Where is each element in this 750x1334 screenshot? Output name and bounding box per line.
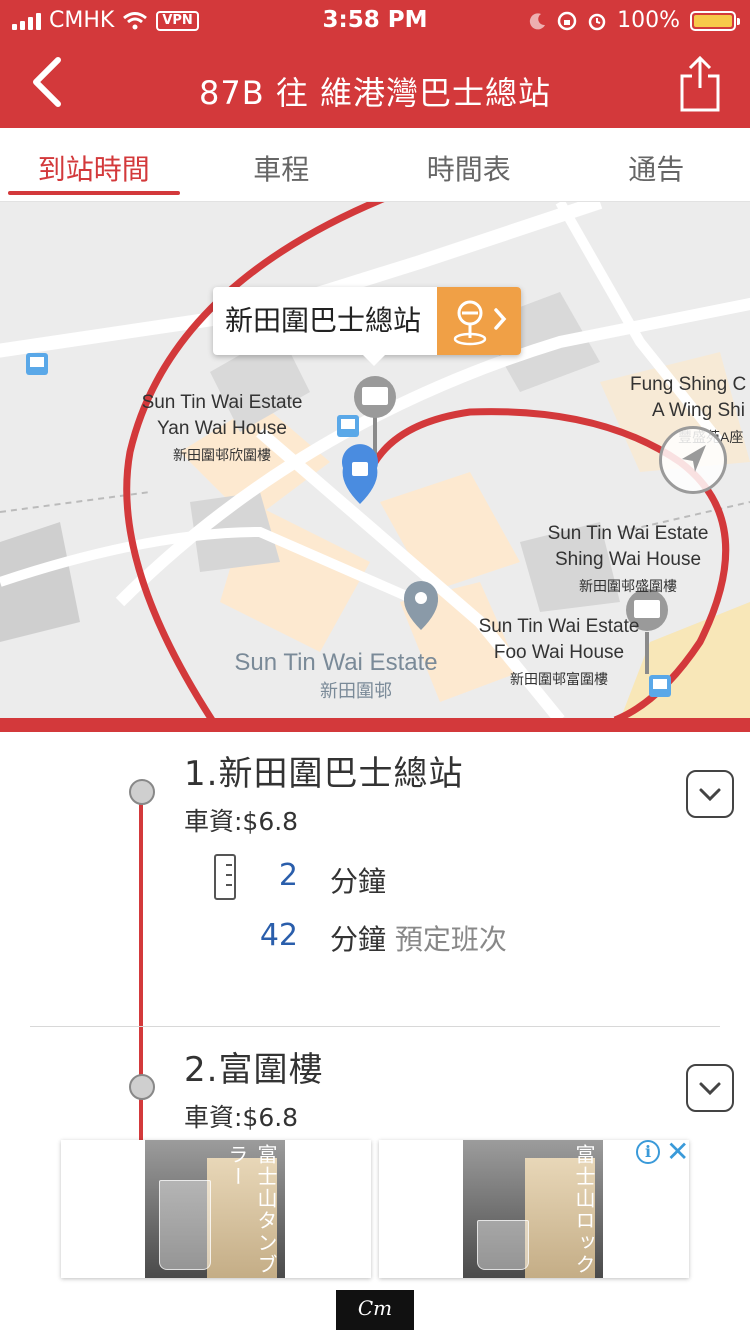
stop-node xyxy=(129,779,155,805)
navigate-to-stop-button[interactable] xyxy=(437,287,522,355)
tab-timetable[interactable]: 時間表 xyxy=(375,128,563,201)
eta-unit: 分鐘 xyxy=(330,865,387,898)
moon-icon xyxy=(529,12,546,29)
eta-unit: 分鐘 預定班次 xyxy=(330,923,507,956)
navigation-arrow-icon xyxy=(682,445,706,472)
stop-fare: 車資:$6.8 xyxy=(184,807,299,836)
location-directions-icon xyxy=(453,300,507,346)
callout-stop-name: 新田圍巴士總站 xyxy=(225,304,422,337)
eta-minutes: 42 xyxy=(259,918,298,953)
map-label-yan-wai-house: Sun Tin Wai Estate Yan Wai House 新田圍邨欣圍樓 xyxy=(141,392,303,463)
stop-callout[interactable]: 新田圍巴士總站 xyxy=(213,287,522,355)
callout-pointer xyxy=(362,354,386,366)
map-label-foo-wai-house: Sun Tin Wai Estate Foo Wai House 新田圍邨富圍樓 xyxy=(478,616,640,687)
chevron-down-icon xyxy=(699,788,721,802)
status-bar: CMHK VPN 3:58 PM 100% xyxy=(0,0,750,40)
share-icon xyxy=(680,55,720,112)
tab-arrival-time[interactable]: 到站時間 xyxy=(0,128,188,201)
tab-bar: 到站時間 車程 時間表 通告 xyxy=(0,128,750,202)
stop-name[interactable]: 2.富圍樓 xyxy=(184,1042,323,1091)
page-title: 87B 往 維港灣巴士總站 xyxy=(198,74,552,112)
battery-percent: 100% xyxy=(617,8,680,33)
tab-journey[interactable]: 車程 xyxy=(188,128,376,201)
eta-minutes: 2 xyxy=(278,858,298,893)
rotation-lock-icon xyxy=(557,11,577,30)
route-map[interactable]: Fung Shing C A Wing Shi 豐盛苑A座 Sun Tin Wa… xyxy=(0,202,750,720)
tab-notices[interactable]: 通告 xyxy=(563,128,750,201)
chevron-down-icon xyxy=(699,1082,721,1096)
app-header: CMHK VPN 3:58 PM 100% 87B 往 維港灣巴士總站 xyxy=(0,0,750,128)
map-label-shing-wai-house: Sun Tin Wai Estate Shing Wai House 新田圍邨盛… xyxy=(547,523,709,594)
ad-image: 富士山ロック xyxy=(463,1140,603,1278)
stop-fare: 車資:$6.8 xyxy=(184,1103,299,1132)
stop-list: 1.新田圍巴士總站 車資:$6.8 2 分鐘 42 分鐘 預定班次 2.富圍樓 … xyxy=(0,732,750,1142)
battery-icon xyxy=(690,10,740,31)
ad-close-icon[interactable]: ✕ xyxy=(666,1138,689,1166)
ad-image: 富士山タンブラー xyxy=(145,1140,285,1278)
ad-info-icon[interactable]: i xyxy=(636,1140,660,1164)
realtime-eta-icon xyxy=(214,854,236,900)
compass-button[interactable] xyxy=(659,426,727,494)
ad-brand-logo: Cm xyxy=(336,1290,414,1330)
expand-stop-button[interactable] xyxy=(686,1064,734,1112)
expand-stop-button[interactable] xyxy=(686,770,734,818)
scheduled-note: 預定班次 xyxy=(394,923,507,956)
ad-card-left[interactable]: 富士山タンブラー xyxy=(61,1140,371,1278)
map-route-bar xyxy=(0,718,750,732)
share-button[interactable] xyxy=(678,55,722,112)
stop-node xyxy=(129,1074,155,1100)
stop-divider xyxy=(30,1026,720,1027)
stop-name[interactable]: 1.新田圍巴士總站 xyxy=(184,746,463,795)
alarm-icon xyxy=(588,13,606,30)
map-label-estate: Sun Tin Wai Estate 新田圍邨 xyxy=(234,649,438,701)
